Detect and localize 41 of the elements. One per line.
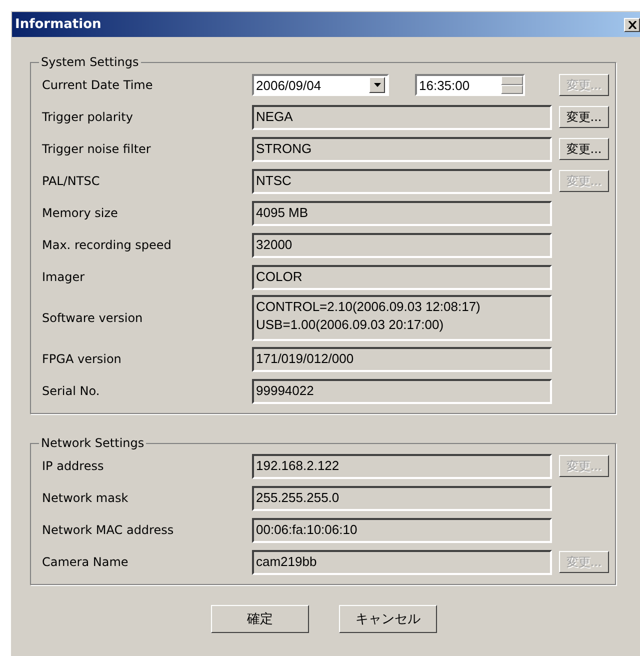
field-label: Trigger polarity [42,110,134,124]
readonly-field: CONTROL=2.10(2006.09.03 12:08:17) USB=1.00(2006.09.03 20:17:00) [252,295,552,341]
close-icon [628,20,636,28]
field-label: Network mask [42,491,130,505]
readonly-field: COLOR [252,264,552,290]
readonly-field: 255.255.255.0 [252,486,552,510]
readonly-field: 00:06:fa:10:06:10 [252,518,552,542]
field-label: Imager [42,270,86,284]
readonly-field: 171/019/012/000 [252,346,552,372]
field-label: Trigger noise filter [42,142,152,156]
field-label: Max. recording speed [42,238,172,252]
field-label: Serial No. [42,384,101,398]
date-dropdown[interactable]: 2006/09/04 [252,74,389,96]
readonly-field: 32000 [252,232,552,258]
readonly-field: STRONG [252,136,552,162]
time-spinner[interactable]: 16:35:00 [415,74,525,96]
dialog-button[interactable]: 確定 [211,605,309,633]
field-label: Current Date Time [42,78,154,92]
field-label: FPGA version [42,352,122,366]
change-button[interactable]: 変更... [559,138,609,160]
readonly-field: NEGA [252,104,552,130]
window-title: Information [15,17,102,32]
readonly-field: 192.168.2.122 [252,454,552,478]
field-label: Camera Name [42,555,130,569]
field-label: PAL/NTSC [42,174,101,188]
field-label: Software version [42,311,144,325]
group-title: Network Settings [40,436,146,450]
field-label: Network MAC address [42,523,175,537]
dialog-button[interactable]: キャンセル [339,605,437,633]
change-button[interactable]: 変更... [559,106,609,128]
field-label: IP address [42,459,105,473]
spin-buttons[interactable] [501,76,523,94]
field-label: Memory size [42,206,119,220]
caret-icon [374,83,380,87]
readonly-field: 4095 MB [252,200,552,226]
dropdown-button[interactable] [369,77,385,93]
readonly-field: NTSC [252,168,552,194]
readonly-field: 99994022 [252,378,552,404]
readonly-field: cam219bb [252,550,552,574]
close-button[interactable] [624,18,640,32]
group-title: System Settings [40,55,140,69]
